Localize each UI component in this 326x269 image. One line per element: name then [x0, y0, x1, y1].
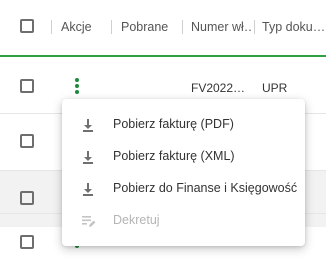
- row-checkbox[interactable]: [20, 191, 34, 205]
- menu-item-download-pdf[interactable]: Pobierz fakturę (PDF): [62, 109, 305, 141]
- menu-item-dekretuj: Dekretuj: [62, 205, 305, 237]
- download-icon: [83, 119, 93, 132]
- row-doc-type: UPR: [262, 81, 288, 95]
- menu-item-label: Pobierz fakturę (PDF): [113, 117, 234, 131]
- column-header-downloaded[interactable]: Pobrane: [121, 20, 176, 34]
- column-separator[interactable]: [254, 20, 255, 34]
- column-separator[interactable]: [51, 20, 52, 34]
- menu-item-label: Pobierz do Finanse i Księgowość: [113, 181, 298, 195]
- download-icon: [83, 183, 93, 196]
- column-separator[interactable]: [111, 20, 112, 34]
- documents-grid: Akcje Pobrane Numer wł… Typ doku… FV2022…: [0, 0, 326, 269]
- column-separator[interactable]: [182, 20, 183, 34]
- row-checkbox[interactable]: [20, 235, 34, 249]
- row-checkbox[interactable]: [20, 134, 34, 148]
- row-actions-kebab-icon[interactable]: [74, 78, 80, 94]
- grid-header: Akcje Pobrane Numer wł… Typ doku…: [0, 0, 326, 55]
- column-header-number[interactable]: Numer wł…: [191, 20, 253, 34]
- select-all-checkbox[interactable]: [20, 19, 34, 33]
- menu-item-download-xml[interactable]: Pobierz fakturę (XML): [62, 141, 305, 173]
- menu-item-label: Pobierz fakturę (XML): [113, 149, 235, 163]
- download-icon: [83, 151, 93, 164]
- edit-list-icon: [82, 216, 96, 227]
- row-checkbox[interactable]: [20, 79, 34, 93]
- menu-item-label: Dekretuj: [113, 213, 160, 227]
- column-header-actions[interactable]: Akcje: [61, 20, 106, 34]
- column-header-doc-type[interactable]: Typ doku…: [262, 20, 324, 34]
- row-actions-menu: Pobierz fakturę (PDF) Pobierz fakturę (X…: [62, 99, 305, 246]
- menu-item-download-finance[interactable]: Pobierz do Finanse i Księgowość: [62, 173, 305, 205]
- row-number: FV2022…: [191, 81, 246, 95]
